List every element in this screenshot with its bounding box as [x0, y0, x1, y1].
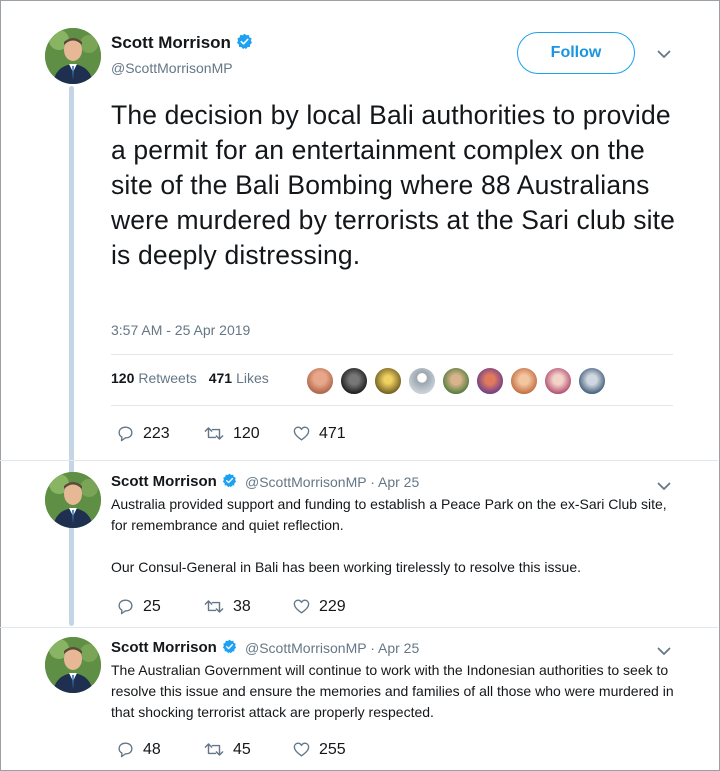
like-button[interactable]: 229 [292, 597, 346, 616]
like-count: 471 [319, 424, 346, 442]
reply-author-name[interactable]: Scott Morrison [111, 473, 237, 492]
retweet-count: 45 [233, 740, 251, 758]
retweet-icon [204, 743, 224, 756]
retweets-stat[interactable]: 120 Retweets [111, 370, 197, 386]
likes-stat[interactable]: 471 Likes [209, 370, 269, 386]
verified-badge-icon [236, 33, 253, 55]
retweet-count: 120 [233, 424, 260, 442]
retweet-count: 38 [233, 597, 251, 615]
reply-button[interactable]: 25 [116, 597, 161, 616]
liker-avatar[interactable] [306, 367, 334, 395]
heart-icon [293, 742, 310, 757]
reply-handle-date[interactable]: @ScottMorrisonMP · Apr 25 [245, 474, 419, 490]
liker-avatar[interactable] [340, 367, 368, 395]
thread-connector-line [69, 86, 74, 626]
retweet-icon [204, 427, 224, 440]
liker-avatar[interactable] [578, 367, 606, 395]
reply-author-name[interactable]: Scott Morrison [111, 639, 237, 658]
divider [0, 460, 718, 461]
reply-author-avatar[interactable] [45, 472, 101, 528]
liker-avatar[interactable] [408, 367, 436, 395]
heart-icon [293, 426, 310, 441]
heart-icon [293, 599, 310, 614]
reply-button[interactable]: 48 [116, 740, 161, 759]
author-name[interactable]: Scott Morrison [111, 33, 253, 55]
retweet-button[interactable]: 120 [203, 424, 260, 443]
reply-icon [118, 426, 133, 442]
like-count: 255 [319, 740, 346, 758]
reply-handle-date[interactable]: @ScottMorrisonMP · Apr 25 [245, 640, 419, 656]
verified-badge-icon [222, 473, 237, 492]
verified-badge-icon [222, 639, 237, 658]
liker-avatars [306, 367, 612, 395]
reply-icon [118, 742, 133, 758]
reply-paragraph: The Australian Government will continue … [111, 662, 674, 720]
liker-avatar[interactable] [510, 367, 538, 395]
reply-count: 223 [143, 424, 170, 442]
chevron-down-icon[interactable] [657, 482, 671, 491]
tweet-stats: 120 Retweets 471 Likes [111, 370, 281, 386]
chevron-down-icon[interactable] [657, 647, 671, 656]
liker-avatar[interactable] [442, 367, 470, 395]
retweet-button[interactable]: 38 [203, 597, 251, 616]
like-count: 229 [319, 597, 346, 615]
tweet-text: The decision by local Bali authorities t… [111, 100, 676, 270]
divider [111, 354, 673, 355]
reply-paragraph: Our Consul-General in Bali has been work… [111, 559, 581, 575]
reply-text: The Australian Government will continue … [111, 660, 681, 723]
retweet-icon [204, 600, 224, 613]
reply-icon [118, 599, 133, 615]
reply-count: 48 [143, 740, 161, 758]
tweet-timestamp[interactable]: 3:57 AM - 25 Apr 2019 [111, 322, 250, 338]
like-button[interactable]: 471 [292, 424, 346, 443]
follow-button[interactable]: Follow [517, 32, 635, 74]
reply-author-avatar[interactable] [45, 637, 101, 693]
divider [111, 405, 673, 406]
reply-text: Australia provided support and funding t… [111, 494, 681, 578]
chevron-down-icon[interactable] [657, 50, 671, 59]
liker-avatar[interactable] [374, 367, 402, 395]
liker-avatar[interactable] [476, 367, 504, 395]
retweet-button[interactable]: 45 [203, 740, 251, 759]
author-avatar[interactable] [45, 28, 101, 84]
reply-paragraph: Australia provided support and funding t… [111, 496, 667, 533]
like-button[interactable]: 255 [292, 740, 346, 759]
reply-count: 25 [143, 597, 161, 615]
author-handle[interactable]: @ScottMorrisonMP [111, 60, 233, 76]
divider [0, 627, 718, 628]
reply-button[interactable]: 223 [116, 424, 170, 443]
liker-avatar[interactable] [544, 367, 572, 395]
